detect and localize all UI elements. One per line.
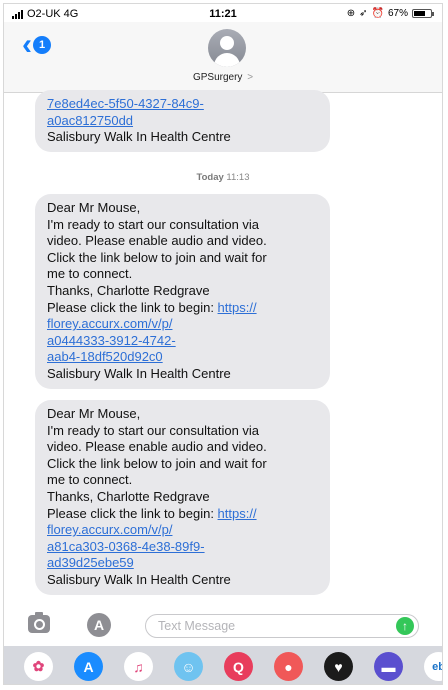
message-link-line[interactable]: aab4-18df520d92c0 xyxy=(47,349,320,366)
message-link[interactable]: a0ac812750dd xyxy=(47,113,133,128)
compose-bar: A Text Message ↑ xyxy=(4,607,442,643)
message-text-line: Salisbury Walk In Health Centre xyxy=(47,571,231,587)
purple-app-icon[interactable]: ▬ xyxy=(374,652,403,681)
images-search-app-icon[interactable]: Q xyxy=(224,652,253,681)
message-bubble: Dear Mr Mouse, I'm ready to start our con… xyxy=(35,194,330,389)
conversation-header: ‹ 1 GPSurgery > xyxy=(4,22,442,93)
message-text-line: Please click the link to begin: https:// xyxy=(47,299,257,315)
message-bubble: Dear Mr Mouse, I'm ready to start our con… xyxy=(35,400,330,595)
message-link-line[interactable]: a81ca303-0368-4e38-89f9- xyxy=(47,539,320,556)
imessage-app-drawer: ✿ A ♫ ☺ Q ● ♥ ▬ eb xyxy=(4,646,442,684)
app-store-app-icon[interactable]: A xyxy=(74,652,103,681)
unread-badge: 1 xyxy=(33,36,51,54)
message-link[interactable]: a0444333-3912-4742- xyxy=(47,333,176,348)
status-bar: O2-UK 4G 11:21 ⊕ ➶ ⏰ 67% xyxy=(4,4,442,24)
message-link-line[interactable]: a0ac812750dd xyxy=(47,113,320,130)
digital-touch-app-icon[interactable]: ♥ xyxy=(324,652,353,681)
message-text-line: Click the link below to join and wait fo… xyxy=(47,249,267,265)
message-link[interactable]: https:// xyxy=(218,506,257,521)
message-text-line: Salisbury Walk In Health Centre xyxy=(47,129,231,145)
music-app-icon[interactable]: ♫ xyxy=(124,652,153,681)
photos-app-icon[interactable]: ✿ xyxy=(24,652,53,681)
partial-app-icon[interactable]: eb xyxy=(424,652,442,681)
message-link[interactable]: florey.accurx.com/v/p/ xyxy=(47,522,172,537)
message-link[interactable]: https:// xyxy=(218,300,257,315)
message-text-line: me to connect. xyxy=(47,266,133,282)
message-text-line: video. Please enable audio and video. xyxy=(47,439,267,455)
message-link[interactable]: florey.accurx.com/v/p/ xyxy=(47,316,172,331)
location-arrow-icon: ➶ xyxy=(359,8,368,19)
message-text-line: video. Please enable audio and video. xyxy=(47,233,267,249)
message-text-line: Please click the link to begin: https:// xyxy=(47,505,257,521)
camera-icon[interactable] xyxy=(28,612,50,633)
battery-percent: 67% xyxy=(387,8,408,19)
message-bubble: 7e8ed4ec-5f50-4327-84c9- a0ac812750dd Sali… xyxy=(35,90,330,152)
message-text-line: I'm ready to start our consultation via xyxy=(47,422,260,438)
orientation-lock-icon: ⊕ xyxy=(346,8,356,19)
app-store-icon[interactable]: A xyxy=(87,613,111,637)
message-text-line: Click the link below to join and wait fo… xyxy=(47,455,267,471)
message-link[interactable]: 7e8ed4ec-5f50-4327-84c9- xyxy=(47,96,204,111)
back-button[interactable]: ‹ 1 xyxy=(22,28,51,61)
message-link-line[interactable]: florey.accurx.com/v/p/ xyxy=(47,316,320,333)
message-link[interactable]: aab4-18df520d92c0 xyxy=(47,349,163,364)
message-link-line[interactable]: florey.accurx.com/v/p/ xyxy=(47,522,320,539)
message-link[interactable]: ad39d25ebe59 xyxy=(47,555,134,570)
phone-screen: O2-UK 4G 11:21 ⊕ ➶ ⏰ 67% ‹ 1 GPSurgery >… xyxy=(3,3,443,685)
message-link-line[interactable]: a0444333-3912-4742- xyxy=(47,333,320,350)
message-link-line[interactable]: 7e8ed4ec-5f50-4327-84c9- xyxy=(47,96,320,113)
chevron-right-icon: > xyxy=(247,72,254,83)
contact-name[interactable]: GPSurgery > xyxy=(4,72,442,83)
message-text-line: Salisbury Walk In Health Centre xyxy=(47,365,231,381)
battery-icon xyxy=(412,9,434,18)
contact-avatar[interactable] xyxy=(208,29,246,67)
send-arrow-icon[interactable]: ↑ xyxy=(396,617,414,635)
message-text-line: me to connect. xyxy=(47,472,133,488)
message-text-line: Thanks, Charlotte Redgrave xyxy=(47,488,210,504)
memoji-app-icon[interactable]: ☺ xyxy=(174,652,203,681)
message-text-line: Dear Mr Mouse, xyxy=(47,200,141,215)
message-input[interactable]: Text Message ↑ xyxy=(145,614,419,638)
message-link[interactable]: a81ca303-0368-4e38-89f9- xyxy=(47,539,205,554)
message-link-line[interactable]: ad39d25ebe59 xyxy=(47,555,320,572)
alarm-icon: ⏰ xyxy=(371,8,384,19)
message-text-line: Thanks, Charlotte Redgrave xyxy=(47,282,210,298)
red-app-icon[interactable]: ● xyxy=(274,652,303,681)
message-text-line: I'm ready to start our consultation via xyxy=(47,216,260,232)
message-timestamp: Today 11:13 xyxy=(196,172,250,183)
message-text-line: Dear Mr Mouse, xyxy=(47,406,141,421)
chevron-left-icon: ‹ xyxy=(22,28,32,61)
